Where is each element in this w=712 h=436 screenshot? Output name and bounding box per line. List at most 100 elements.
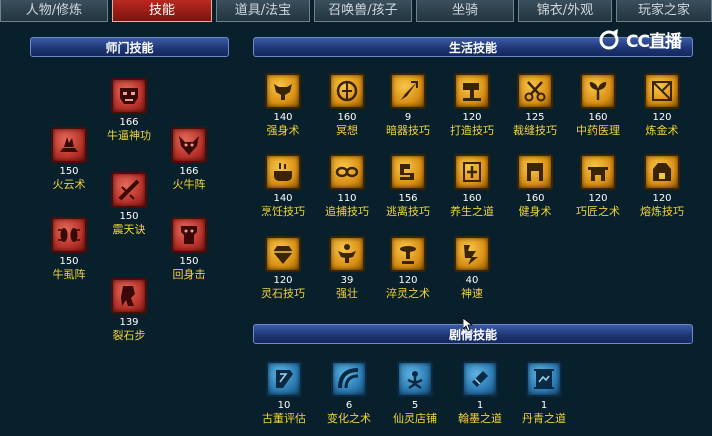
escape-icon[interactable] bbox=[390, 154, 426, 190]
skill-name: 火牛阵 bbox=[172, 178, 206, 191]
life-skill-9[interactable]: 110 追捕技巧 bbox=[317, 154, 377, 219]
demon-mask-icon[interactable] bbox=[111, 78, 147, 114]
life-skill-17[interactable]: 120 淬灵之术 bbox=[378, 236, 438, 301]
skill-level: 120 bbox=[588, 193, 608, 204]
shimen-skill-1[interactable]: 166 牛逼神功 bbox=[99, 78, 159, 143]
dart-icon[interactable] bbox=[390, 73, 426, 109]
life-skill-5[interactable]: 125 裁缝技巧 bbox=[505, 73, 565, 138]
life-skill-3[interactable]: 9 暗器技巧 bbox=[378, 73, 438, 138]
life-skill-13[interactable]: 120 巧匠之术 bbox=[568, 154, 628, 219]
life-skill-6[interactable]: 160 中药医理 bbox=[568, 73, 628, 138]
skill-name: 打造技巧 bbox=[450, 124, 494, 137]
skill-name: 翰墨之道 bbox=[458, 412, 502, 425]
skill-level: 120 bbox=[652, 112, 672, 123]
skill-name: 牛虱阵 bbox=[52, 268, 86, 281]
shimen-skill-5[interactable]: 150 牛虱阵 bbox=[39, 217, 99, 282]
cc-logo-icon bbox=[599, 29, 619, 50]
shimen-skill-7[interactable]: 139 裂石步 bbox=[99, 278, 159, 343]
life-skill-18[interactable]: 40 神速 bbox=[442, 236, 502, 301]
flame-wave-icon[interactable] bbox=[51, 127, 87, 163]
skill-level: 1 bbox=[476, 400, 484, 411]
shimen-skills-header: 师门技能 bbox=[30, 37, 229, 57]
skill-level: 140 bbox=[273, 112, 293, 123]
life-skill-14[interactable]: 120 熔炼技巧 bbox=[632, 154, 692, 219]
tab-skills[interactable]: 技能 bbox=[112, 0, 212, 22]
skill-name: 灵石技巧 bbox=[261, 287, 305, 300]
tab-bar: 人物/修炼 技能 道具/法宝 召唤兽/孩子 坐骑 锦衣/外观 玩家之家 bbox=[0, 0, 712, 24]
skill-level: 40 bbox=[465, 275, 479, 286]
plot-skill-5[interactable]: 1 丹青之道 bbox=[514, 361, 574, 426]
strong-icon[interactable] bbox=[329, 236, 365, 272]
tab-mounts[interactable]: 坐骑 bbox=[416, 0, 514, 22]
life-skill-11[interactable]: 160 养生之道 bbox=[442, 154, 502, 219]
tempering-icon[interactable] bbox=[390, 236, 426, 272]
shimen-skill-6[interactable]: 150 回身击 bbox=[159, 217, 219, 282]
bull-head-icon[interactable] bbox=[171, 127, 207, 163]
skill-level: 160 bbox=[525, 193, 545, 204]
shop-icon[interactable] bbox=[397, 361, 433, 397]
skill-level: 150 bbox=[59, 256, 79, 267]
beetle-icon[interactable] bbox=[51, 217, 87, 253]
antique-icon[interactable] bbox=[266, 361, 302, 397]
skill-level: 9 bbox=[404, 112, 412, 123]
skill-level: 39 bbox=[340, 275, 354, 286]
life-skill-4[interactable]: 120 打造技巧 bbox=[442, 73, 502, 138]
skill-level: 156 bbox=[398, 193, 418, 204]
ink-brush-icon[interactable] bbox=[462, 361, 498, 397]
skill-level: 150 bbox=[119, 211, 139, 222]
skill-name: 牛逼神功 bbox=[107, 129, 151, 142]
tab-items[interactable]: 道具/法宝 bbox=[216, 0, 310, 22]
plot-skill-4[interactable]: 1 翰墨之道 bbox=[450, 361, 510, 426]
chain-icon[interactable] bbox=[329, 154, 365, 190]
skill-level: 166 bbox=[179, 166, 199, 177]
scissors-icon[interactable] bbox=[517, 73, 553, 109]
herb-icon[interactable] bbox=[580, 73, 616, 109]
plot-skill-3[interactable]: 5 仙灵店铺 bbox=[385, 361, 445, 426]
skill-name: 回身击 bbox=[172, 268, 206, 281]
gem-icon[interactable] bbox=[265, 236, 301, 272]
fitness-icon[interactable] bbox=[517, 154, 553, 190]
skill-level: 166 bbox=[119, 117, 139, 128]
meditation-icon[interactable] bbox=[329, 73, 365, 109]
skill-name: 中药医理 bbox=[576, 124, 620, 137]
transform-icon[interactable] bbox=[331, 361, 367, 397]
shimen-skill-4[interactable]: 150 震天诀 bbox=[99, 172, 159, 237]
tab-appearance[interactable]: 锦衣/外观 bbox=[518, 0, 612, 22]
muscle-icon[interactable] bbox=[265, 73, 301, 109]
hammer-icon[interactable] bbox=[454, 73, 490, 109]
skill-name: 强壮 bbox=[336, 287, 358, 300]
life-skill-16[interactable]: 39 强壮 bbox=[317, 236, 377, 301]
skill-level: 110 bbox=[337, 193, 357, 204]
slash-icon[interactable] bbox=[111, 172, 147, 208]
life-skill-7[interactable]: 120 炼金术 bbox=[632, 73, 692, 138]
skill-level: 1 bbox=[540, 400, 548, 411]
skill-name: 古董评估 bbox=[262, 412, 306, 425]
craftsman-icon[interactable] bbox=[580, 154, 616, 190]
life-skill-12[interactable]: 160 健身术 bbox=[505, 154, 565, 219]
logo-text: CC直播 bbox=[626, 31, 682, 52]
tab-pets[interactable]: 召唤兽/孩子 bbox=[314, 0, 412, 22]
stone-step-icon[interactable] bbox=[111, 278, 147, 314]
skill-level: 160 bbox=[337, 112, 357, 123]
life-skill-10[interactable]: 156 逃离技巧 bbox=[378, 154, 438, 219]
life-skill-8[interactable]: 140 烹饪技巧 bbox=[253, 154, 313, 219]
cooking-pot-icon[interactable] bbox=[265, 154, 301, 190]
plot-skill-2[interactable]: 6 变化之术 bbox=[319, 361, 379, 426]
tab-player-home[interactable]: 玩家之家 bbox=[616, 0, 712, 22]
shimen-skill-2[interactable]: 150 火云术 bbox=[39, 127, 99, 192]
skill-name: 巧匠之术 bbox=[576, 205, 620, 218]
life-skill-1[interactable]: 140 强身术 bbox=[253, 73, 313, 138]
painting-scroll-icon[interactable] bbox=[526, 361, 562, 397]
plot-skill-1[interactable]: 10 古董评估 bbox=[254, 361, 314, 426]
skill-level: 6 bbox=[345, 400, 353, 411]
turn-strike-icon[interactable] bbox=[171, 217, 207, 253]
skill-level: 125 bbox=[525, 112, 545, 123]
health-icon[interactable] bbox=[454, 154, 490, 190]
speed-icon[interactable] bbox=[454, 236, 490, 272]
shimen-skill-3[interactable]: 166 火牛阵 bbox=[159, 127, 219, 192]
furnace-icon[interactable] bbox=[644, 154, 680, 190]
life-skill-2[interactable]: 160 冥想 bbox=[317, 73, 377, 138]
tab-character[interactable]: 人物/修炼 bbox=[0, 0, 108, 22]
alchemy-icon[interactable] bbox=[644, 73, 680, 109]
life-skill-15[interactable]: 120 灵石技巧 bbox=[253, 236, 313, 301]
